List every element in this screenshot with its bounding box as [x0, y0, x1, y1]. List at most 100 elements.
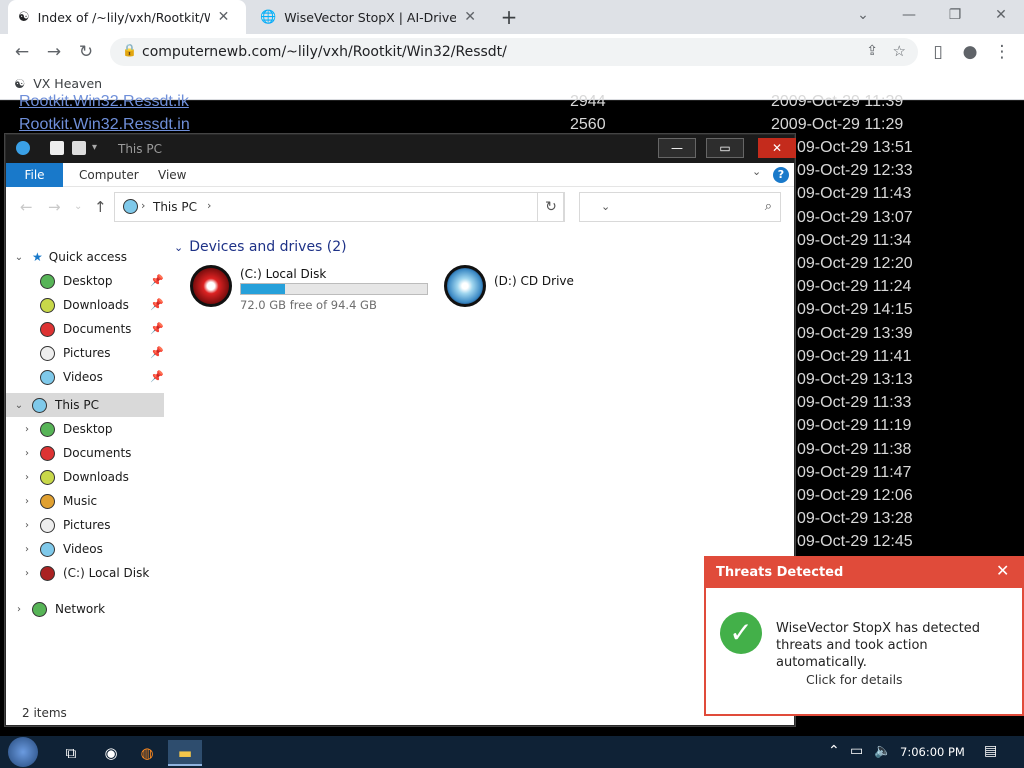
- properties-icon[interactable]: [50, 141, 64, 155]
- firefox-icon[interactable]: ◍: [130, 740, 164, 766]
- tab-index-of-rootkit[interactable]: ☯ Index of /~lily/vxh/Rootkit/Win3 ✕: [8, 0, 246, 34]
- local-disk-icon[interactable]: [190, 265, 232, 307]
- minimize-button[interactable]: —: [886, 4, 932, 28]
- pin-icon[interactable]: 📌: [150, 370, 164, 383]
- address-field[interactable]: › This PC › ⌄: [114, 192, 610, 222]
- nav-qa-pictures[interactable]: Pictures: [40, 342, 111, 364]
- chevron-down-icon[interactable]: ⌄: [12, 252, 26, 263]
- up-arrow-icon[interactable]: ↑: [94, 198, 107, 216]
- file-size: 2944: [570, 93, 606, 110]
- address-bar[interactable]: 🔒 computernewb.com/~lily/vxh/Rootkit/Win…: [110, 38, 918, 66]
- group-title: Devices and drives (2): [189, 239, 347, 255]
- pin-icon[interactable]: 📌: [150, 322, 164, 335]
- click-for-details-link[interactable]: Click for details: [806, 672, 903, 687]
- restore-button[interactable]: ❐: [932, 4, 978, 28]
- nav-quick-access[interactable]: ⌄ ★ Quick access: [12, 246, 127, 268]
- chevron-down-icon[interactable]: ⌄: [174, 241, 183, 254]
- notification-header: Threats Detected ✕: [706, 558, 1022, 588]
- file-date: 09-Oct-29 13:28: [797, 510, 913, 528]
- bookmark-vx-heaven[interactable]: ☯ VX Heaven: [14, 76, 102, 91]
- pin-icon[interactable]: 📌: [150, 346, 164, 359]
- nav-pc-videos[interactable]: › Videos: [20, 538, 103, 560]
- tab-file[interactable]: File: [6, 163, 63, 187]
- nav-pc--c-local-disk[interactable]: › (C:) Local Disk: [20, 562, 149, 584]
- pin-icon[interactable]: 📌: [150, 298, 164, 311]
- task-view-icon[interactable]: ⧉: [54, 740, 88, 766]
- forward-arrow-icon[interactable]: →: [48, 198, 61, 216]
- file-date: 09-Oct-29 11:24: [797, 278, 912, 296]
- chevron-right-icon[interactable]: ›: [20, 424, 34, 435]
- chevron-up-icon[interactable]: ⌃: [828, 743, 840, 759]
- qat-dropdown-icon[interactable]: ▾: [92, 142, 97, 153]
- cd-drive-icon[interactable]: [444, 265, 486, 307]
- chevron-right-icon[interactable]: ›: [207, 199, 211, 212]
- close-window-button[interactable]: ✕: [978, 4, 1024, 28]
- close-tab-icon[interactable]: ✕: [218, 9, 230, 25]
- minimize-button[interactable]: —: [658, 138, 696, 158]
- drive-c-name[interactable]: (C:) Local Disk: [240, 267, 326, 281]
- devices-group-header[interactable]: ⌄ Devices and drives (2): [174, 239, 347, 255]
- nav-qa-downloads[interactable]: Downloads: [40, 294, 129, 316]
- nav-pc-desktop[interactable]: › Desktop: [20, 418, 113, 440]
- chevron-right-icon[interactable]: ›: [20, 448, 34, 459]
- explorer-title-bar[interactable]: ▾ This PC — ▭ ✕: [6, 135, 796, 163]
- sidepanel-icon[interactable]: ▯: [926, 40, 950, 64]
- content-pane: ⌄ Devices and drives (2) (C:) Local Disk…: [172, 231, 792, 701]
- reload-icon[interactable]: ↻: [74, 40, 98, 64]
- action-center-icon[interactable]: ▤: [984, 743, 997, 759]
- new-tab-button[interactable]: +: [498, 6, 520, 28]
- chevron-right-icon[interactable]: ›: [20, 544, 34, 555]
- chrome-icon[interactable]: ◉: [94, 740, 128, 766]
- nav-pc-downloads[interactable]: › Downloads: [20, 466, 129, 488]
- threat-notification[interactable]: Threats Detected ✕ ✓ WiseVector StopX ha…: [704, 556, 1024, 716]
- chevron-right-icon[interactable]: ›: [12, 604, 26, 615]
- nav-pc-music[interactable]: › Music: [20, 490, 97, 512]
- tab-view[interactable]: View: [158, 168, 186, 182]
- network-icon[interactable]: ▭: [850, 743, 863, 759]
- file-link[interactable]: Rootkit.Win32.Ressdt.in: [19, 116, 190, 133]
- tab-wisevector[interactable]: 🌐 WiseVector StopX | AI-Driven Ma ✕: [250, 0, 488, 34]
- nav-pc-pictures[interactable]: › Pictures: [20, 514, 111, 536]
- chevron-right-icon[interactable]: ›: [141, 199, 145, 212]
- expand-ribbon-icon[interactable]: ⌄: [752, 165, 761, 178]
- nav-qa-desktop[interactable]: Desktop: [40, 270, 113, 292]
- help-icon[interactable]: ?: [773, 167, 789, 183]
- nav-qa-documents[interactable]: Documents: [40, 318, 131, 340]
- menu-kebab-icon[interactable]: ⋮: [990, 40, 1014, 64]
- chevron-right-icon[interactable]: ›: [20, 520, 34, 531]
- refresh-button[interactable]: ↻: [537, 192, 565, 222]
- file-explorer-taskbar-icon[interactable]: ▬: [168, 740, 202, 766]
- close-tab-icon[interactable]: ✕: [464, 9, 476, 25]
- nav-pc-documents[interactable]: › Documents: [20, 442, 131, 464]
- ribbon-tabs: File Computer View ⌄ ?: [6, 163, 794, 187]
- pin-icon[interactable]: 📌: [150, 274, 164, 287]
- file-link[interactable]: Rootkit.Win32.Ressdt.ik: [19, 93, 189, 110]
- tab-computer[interactable]: Computer: [79, 168, 139, 182]
- start-button[interactable]: [8, 737, 38, 767]
- nav-this-pc[interactable]: ⌄ This PC: [12, 394, 99, 416]
- new-folder-icon[interactable]: [72, 141, 86, 155]
- lock-icon[interactable]: 🔒: [122, 43, 137, 57]
- url-text[interactable]: computernewb.com/~lily/vxh/Rootkit/Win32…: [142, 44, 507, 60]
- tab-search-chevron-icon[interactable]: ⌄: [840, 4, 886, 28]
- chevron-down-icon[interactable]: ⌄: [12, 400, 26, 411]
- chevron-right-icon[interactable]: ›: [20, 496, 34, 507]
- search-field[interactable]: ⌕: [579, 192, 781, 222]
- nav-qa-videos[interactable]: Videos: [40, 366, 103, 388]
- close-button[interactable]: ✕: [758, 138, 796, 158]
- clock[interactable]: 7:06:00 PM: [900, 745, 965, 759]
- chevron-right-icon[interactable]: ›: [20, 568, 34, 579]
- drive-d-name[interactable]: (D:) CD Drive: [494, 274, 574, 288]
- close-icon[interactable]: ✕: [996, 561, 1009, 580]
- forward-arrow-icon[interactable]: →: [42, 40, 66, 64]
- share-icon[interactable]: ⇪: [866, 43, 878, 59]
- maximize-button[interactable]: ▭: [706, 138, 744, 158]
- back-arrow-icon[interactable]: ←: [10, 40, 34, 64]
- volume-icon[interactable]: 🔈: [874, 743, 891, 759]
- profile-avatar-icon[interactable]: ●: [958, 40, 982, 64]
- nav-network[interactable]: › Network: [12, 598, 105, 620]
- bookmark-star-icon[interactable]: ☆: [893, 42, 906, 60]
- recent-locations-icon[interactable]: ⌄: [74, 201, 82, 212]
- back-arrow-icon[interactable]: ←: [20, 198, 33, 216]
- chevron-right-icon[interactable]: ›: [20, 472, 34, 483]
